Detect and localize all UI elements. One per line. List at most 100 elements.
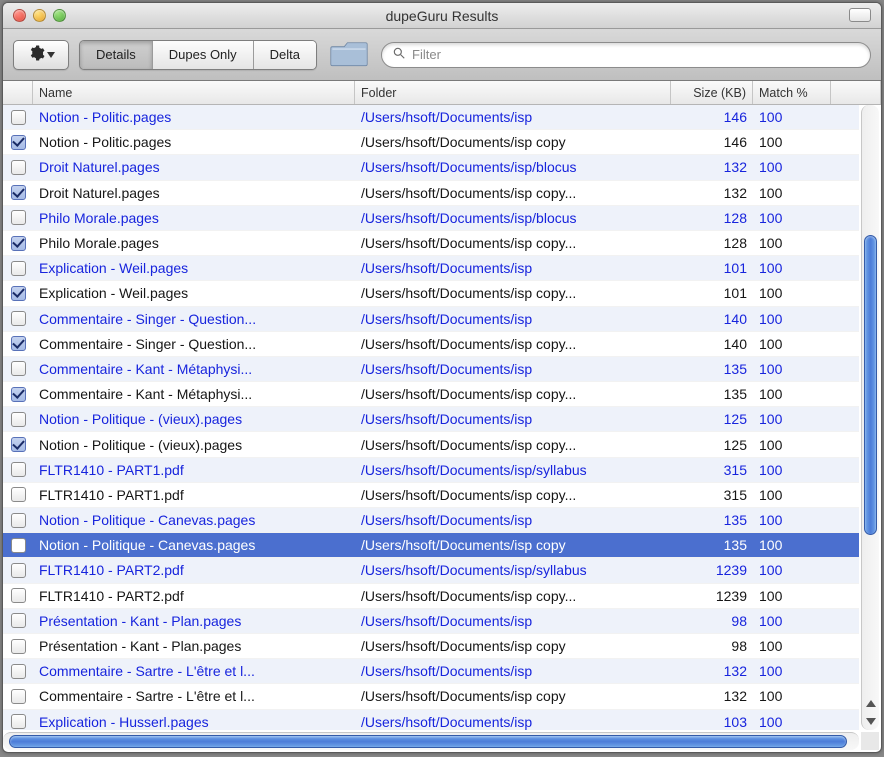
row-checkbox[interactable] [11,261,26,276]
column-header-name[interactable]: Name [33,81,355,104]
row-match: 100 [753,260,831,276]
table-row[interactable]: FLTR1410 - PART1.pdf/Users/hsoft/Documen… [3,458,859,483]
row-name: Commentaire - Sartre - L'être et l... [33,688,355,704]
horizontal-scroll-thumb[interactable] [9,735,847,748]
table-body-viewport: Notion - Politic.pages/Users/hsoft/Docum… [3,105,881,752]
scroll-up-button[interactable] [862,694,879,712]
table-header: Name Folder Size (KB) Match % [3,81,881,105]
row-name: Notion - Politique - (vieux).pages [33,437,355,453]
segment-details[interactable]: Details [80,41,153,69]
row-size: 132 [671,663,753,679]
row-checkbox[interactable] [11,110,26,125]
row-match: 100 [753,311,831,327]
table-row[interactable]: Commentaire - Sartre - L'être et l.../Us… [3,659,859,684]
row-checkbox[interactable] [11,160,26,175]
row-checkbox[interactable] [11,664,26,679]
table-row[interactable]: Notion - Politic.pages/Users/hsoft/Docum… [3,105,859,130]
vertical-scrollbar[interactable] [861,105,879,730]
segment-dupes-only[interactable]: Dupes Only [153,41,254,69]
row-name: Notion - Politic.pages [33,109,355,125]
table-row[interactable]: Explication - Weil.pages/Users/hsoft/Doc… [3,281,859,306]
column-header-folder[interactable]: Folder [355,81,671,104]
row-checkbox[interactable] [11,361,26,376]
row-checkbox-cell [3,387,33,402]
row-checkbox-cell [3,336,33,351]
table-row[interactable]: Explication - Weil.pages/Users/hsoft/Doc… [3,256,859,281]
table-row[interactable]: Commentaire - Kant - Métaphysi.../Users/… [3,357,859,382]
table-row[interactable]: Philo Morale.pages/Users/hsoft/Documents… [3,231,859,256]
table-row[interactable]: Commentaire - Kant - Métaphysi.../Users/… [3,382,859,407]
vertical-scroll-thumb[interactable] [864,235,877,535]
window-minimize-button[interactable] [33,9,46,22]
row-folder: /Users/hsoft/Documents/isp copy... [355,336,671,352]
row-checkbox-cell [3,563,33,578]
row-checkbox[interactable] [11,286,26,301]
table-row[interactable]: Notion - Politique - (vieux).pages/Users… [3,407,859,432]
row-checkbox[interactable] [11,639,26,654]
column-header-checkbox[interactable] [3,81,33,104]
table-row[interactable]: FLTR1410 - PART1.pdf/Users/hsoft/Documen… [3,483,859,508]
resize-grip[interactable] [861,732,879,750]
table-row[interactable]: Commentaire - Singer - Question.../Users… [3,332,859,357]
row-checkbox[interactable] [11,185,26,200]
row-checkbox[interactable] [11,689,26,704]
row-checkbox[interactable] [11,538,26,553]
row-checkbox[interactable] [11,437,26,452]
toolbar-toggle-button[interactable] [849,8,871,22]
segment-delta[interactable]: Delta [254,41,316,69]
row-checkbox[interactable] [11,135,26,150]
table-row[interactable]: Notion - Politique - Canevas.pages/Users… [3,533,859,558]
row-checkbox[interactable] [11,336,26,351]
row-match: 100 [753,462,831,478]
row-checkbox[interactable] [11,462,26,477]
table-row[interactable]: Droit Naturel.pages/Users/hsoft/Document… [3,181,859,206]
table-row[interactable]: Philo Morale.pages/Users/hsoft/Documents… [3,206,859,231]
table-row[interactable]: Présentation - Kant - Plan.pages/Users/h… [3,634,859,659]
row-folder: /Users/hsoft/Documents/isp [355,714,671,730]
table-row[interactable]: FLTR1410 - PART2.pdf/Users/hsoft/Documen… [3,558,859,583]
row-checkbox-cell [3,689,33,704]
table-row[interactable]: Notion - Politique - Canevas.pages/Users… [3,508,859,533]
window-zoom-button[interactable] [53,9,66,22]
row-checkbox[interactable] [11,588,26,603]
row-size: 135 [671,361,753,377]
actions-menu-button[interactable] [13,40,69,70]
row-checkbox[interactable] [11,311,26,326]
window-close-button[interactable] [13,9,26,22]
row-checkbox[interactable] [11,563,26,578]
row-checkbox[interactable] [11,236,26,251]
titlebar[interactable]: dupeGuru Results [3,3,881,29]
row-checkbox[interactable] [11,714,26,729]
row-size: 146 [671,134,753,150]
row-size: 315 [671,487,753,503]
table-row[interactable]: Notion - Politique - (vieux).pages/Users… [3,432,859,457]
table-row[interactable]: Droit Naturel.pages/Users/hsoft/Document… [3,155,859,180]
table-row[interactable]: Notion - Politic.pages/Users/hsoft/Docum… [3,130,859,155]
row-name: Notion - Politique - (vieux).pages [33,411,355,427]
row-size: 128 [671,235,753,251]
row-checkbox[interactable] [11,487,26,502]
row-checkbox[interactable] [11,387,26,402]
row-folder: /Users/hsoft/Documents/isp copy... [355,386,671,402]
scroll-down-button[interactable] [862,712,879,730]
table-row[interactable]: Présentation - Kant - Plan.pages/Users/h… [3,609,859,634]
table-row[interactable]: Commentaire - Sartre - L'être et l.../Us… [3,684,859,709]
column-header-match[interactable]: Match % [753,81,831,104]
row-match: 100 [753,285,831,301]
horizontal-scrollbar[interactable] [3,732,859,750]
row-folder: /Users/hsoft/Documents/isp copy... [355,185,671,201]
row-checkbox-cell [3,160,33,175]
filter-input[interactable] [412,47,860,62]
row-checkbox[interactable] [11,210,26,225]
row-checkbox[interactable] [11,412,26,427]
row-name: Philo Morale.pages [33,235,355,251]
row-checkbox[interactable] [11,613,26,628]
reveal-folder-button[interactable] [327,37,371,73]
table-row[interactable]: Explication - Husserl.pages/Users/hsoft/… [3,710,859,731]
filter-search[interactable] [381,42,871,68]
column-header-size[interactable]: Size (KB) [671,81,753,104]
row-checkbox[interactable] [11,513,26,528]
row-checkbox-cell [3,261,33,276]
table-row[interactable]: FLTR1410 - PART2.pdf/Users/hsoft/Documen… [3,584,859,609]
table-row[interactable]: Commentaire - Singer - Question.../Users… [3,307,859,332]
